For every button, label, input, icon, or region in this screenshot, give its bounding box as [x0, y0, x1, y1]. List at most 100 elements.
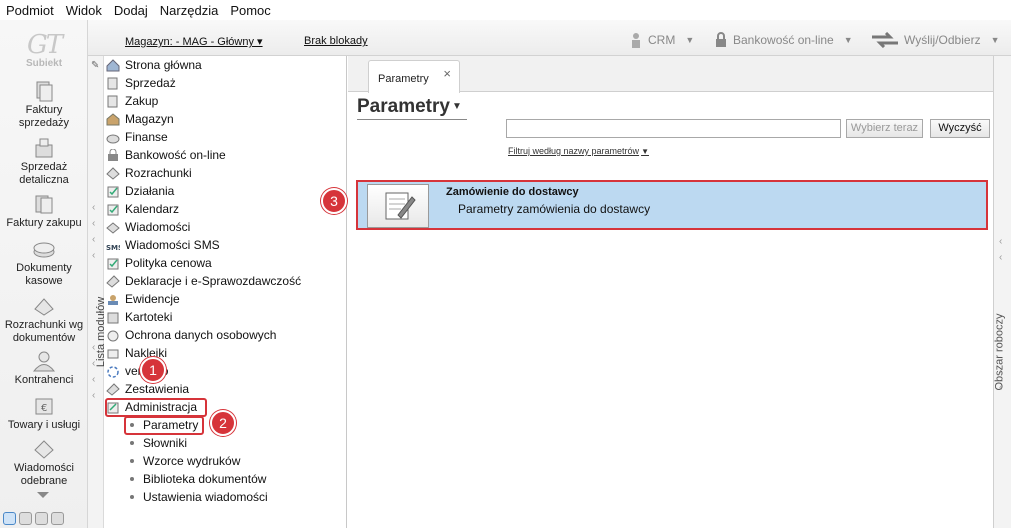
- price-policy-icon: [107, 258, 119, 269]
- shortcut-towary-uslugi[interactable]: € Towary i usługi: [0, 395, 88, 432]
- strip-view-switcher: [3, 512, 64, 525]
- contractors-icon: [32, 351, 56, 372]
- view-coins-icon[interactable]: [19, 512, 32, 525]
- menu-dodaj[interactable]: Dodaj: [114, 3, 148, 18]
- module-magazyn[interactable]: Magazyn: [106, 110, 174, 128]
- shortcut-faktury-zakupu[interactable]: Faktury zakupu: [0, 193, 88, 230]
- shortcut-wiadomosci-odebrane[interactable]: Wiadomości odebrane: [0, 438, 88, 488]
- work-area-label: Obszar roboczy: [993, 313, 1006, 391]
- lock-status-link[interactable]: Brak blokady: [304, 35, 368, 47]
- module-kartoteki[interactable]: Kartoteki: [106, 308, 172, 326]
- clear-button[interactable]: Wyczyść: [930, 119, 990, 138]
- module-panel-sidebar[interactable]: ✎ ‹ ‹ ‹ ‹ Lista modułów ‹ ‹ ‹ ‹: [88, 56, 107, 528]
- module-ewidencje[interactable]: Ewidencje: [106, 290, 180, 308]
- collapse-chevron-icon[interactable]: ‹: [92, 374, 95, 385]
- bullet-icon: [130, 441, 134, 445]
- collapse-chevron-icon[interactable]: ‹: [92, 250, 95, 261]
- module-wiadomosci[interactable]: Wiadomości: [106, 218, 190, 236]
- title-underline: [357, 119, 467, 120]
- send-receive-button[interactable]: Wyślij/Odbierz ▼: [870, 32, 1000, 48]
- expand-chevron-icon[interactable]: ‹: [999, 382, 1002, 393]
- warehouse-icon: [106, 112, 120, 125]
- collapse-chevron-icon[interactable]: ‹: [92, 358, 95, 369]
- module-bankowosc[interactable]: Bankowość on-line: [106, 146, 226, 164]
- crm-icon: [632, 33, 640, 48]
- module-dzialania[interactable]: Działania: [106, 182, 174, 200]
- module-sprzedaz[interactable]: Sprzedaż: [106, 74, 176, 92]
- shortcut-rozrachunki[interactable]: Rozrachunki wg dokumentów: [0, 295, 88, 345]
- menu-widok[interactable]: Widok: [66, 3, 102, 18]
- module-kalendarz[interactable]: Kalendarz: [106, 200, 179, 218]
- submodule-ustawienia-wiadomosci[interactable]: Ustawienia wiadomości: [130, 488, 268, 506]
- shortcut-dokumenty-kasowe[interactable]: Dokumenty kasowe: [0, 238, 88, 288]
- expand-chevron-icon[interactable]: ‹: [999, 252, 1002, 263]
- shortcut-kontrahenci[interactable]: Kontrahenci: [0, 350, 88, 387]
- result-title: Zamówienie do dostawcy: [446, 186, 579, 198]
- svg-text:SMS: SMS: [106, 244, 120, 252]
- filter-dropdown[interactable]: Filtruj według nazwy parametrów ▼: [508, 146, 649, 156]
- close-icon[interactable]: ×: [443, 66, 451, 81]
- menu-podmiot[interactable]: Podmiot: [6, 3, 54, 18]
- shortcut-faktury-sprzedazy[interactable]: Faktury sprzedaży: [0, 80, 88, 130]
- module-ochrona-danych[interactable]: Ochrona danych osobowych: [106, 326, 276, 344]
- parameters-notepad-icon: [367, 184, 429, 228]
- collapse-chevron-icon[interactable]: ‹: [92, 390, 95, 401]
- bullet-icon: [130, 459, 134, 463]
- pin-icon[interactable]: ✎: [91, 60, 99, 71]
- finance-icon: [106, 134, 120, 143]
- highlight-parametry: [124, 416, 204, 435]
- module-rozrachunki[interactable]: Rozrachunki: [106, 164, 192, 182]
- result-item[interactable]: Zamówienie do dostawcy Parametry zamówie…: [356, 180, 988, 230]
- step-badge-1: 1: [140, 357, 166, 383]
- app-logo: GT Subiekt: [18, 32, 70, 78]
- chevron-down-icon: ▼: [990, 35, 1000, 45]
- menu-narzedzia[interactable]: Narzędzia: [160, 3, 219, 18]
- module-polityka-cenowa[interactable]: Polityka cenowa: [106, 254, 212, 272]
- banking-button[interactable]: Bankowość on-line ▼: [713, 32, 853, 48]
- warehouse-selector[interactable]: Magazyn: - MAG - Główny ▾: [125, 35, 263, 48]
- tab-parametry[interactable]: Parametry ×: [368, 60, 460, 93]
- submodule-biblioteka-dokumentow[interactable]: Biblioteka dokumentów: [130, 470, 266, 488]
- menu-pomoc[interactable]: Pomoc: [230, 3, 270, 18]
- files-icon: [107, 312, 119, 323]
- bullet-icon: [130, 495, 134, 499]
- submodule-wzorce-wydrukow[interactable]: Wzorce wydruków: [130, 452, 240, 470]
- module-zakup[interactable]: Zakup: [106, 92, 158, 110]
- chevron-down-icon: ▼: [685, 35, 695, 45]
- step-badge-3: 3: [321, 188, 347, 214]
- received-messages-icon: [34, 440, 54, 459]
- bullet-icon: [130, 477, 134, 481]
- module-wiadomosci-sms[interactable]: SMSWiadomości SMS: [106, 236, 220, 254]
- search-input[interactable]: [506, 119, 841, 138]
- left-shortcut-strip: GT Subiekt Faktury sprzedaży Sprzedaż de…: [0, 20, 88, 528]
- main-content: Parametry × Parametry ▼ Wybierz teraz Wyc…: [321, 56, 993, 528]
- shortcut-sprzedaz-detaliczna[interactable]: Sprzedaż detaliczna: [0, 137, 88, 187]
- step-badge-2: 2: [210, 410, 236, 436]
- invoice-purchase-icon: [35, 195, 53, 214]
- collapse-chevron-icon[interactable]: ‹: [92, 234, 95, 245]
- crm-button[interactable]: CRM ▼: [628, 32, 694, 48]
- bank-icon: [108, 148, 118, 161]
- module-strona-glowna[interactable]: Strona główna: [106, 56, 202, 74]
- view-circle-icon[interactable]: [3, 512, 16, 525]
- collapse-chevron-icon[interactable]: ‹: [92, 342, 95, 353]
- more-shortcuts-arrow-icon[interactable]: [37, 492, 49, 498]
- module-zestawienia[interactable]: Zestawienia: [106, 380, 189, 398]
- invoice-sales-icon: [36, 81, 53, 102]
- work-area-panel[interactable]: ‹ ‹ Obszar roboczy ‹ ‹: [993, 56, 1011, 528]
- expand-chevron-icon[interactable]: ‹: [999, 236, 1002, 247]
- collapse-chevron-icon[interactable]: ‹: [92, 218, 95, 229]
- collapse-chevron-icon[interactable]: ‹: [92, 202, 95, 213]
- submodule-slowniki[interactable]: Słowniki: [130, 434, 187, 452]
- module-deklaracje[interactable]: Deklaracje i e-Sprawozdawczość: [106, 272, 301, 290]
- page-title[interactable]: Parametry ▼: [357, 96, 462, 118]
- module-tree-panel: ✎ ‹ ‹ ‹ ‹ Lista modułów ‹ ‹ ‹ ‹ Strona g…: [88, 56, 347, 528]
- choose-now-button[interactable]: Wybierz teraz: [846, 119, 923, 138]
- top-toolbar: Magazyn: - MAG - Główny ▾ Brak blokady C…: [88, 20, 1011, 56]
- view-gear-icon[interactable]: [51, 512, 64, 525]
- view-tools-icon[interactable]: [35, 512, 48, 525]
- settlements-icon: [34, 298, 54, 316]
- expand-chevron-icon[interactable]: ‹: [999, 366, 1002, 377]
- vendero-icon: [107, 365, 119, 378]
- module-finanse[interactable]: Finanse: [106, 128, 168, 146]
